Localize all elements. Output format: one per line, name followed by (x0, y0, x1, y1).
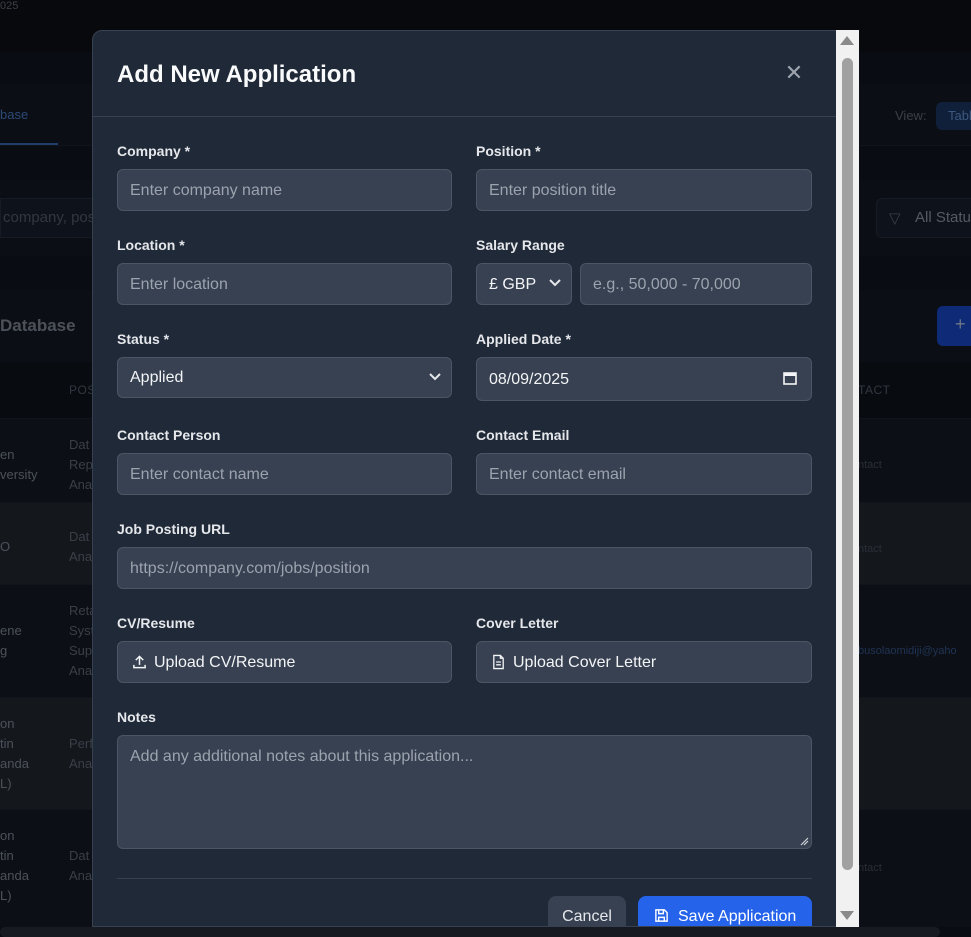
job-url-input[interactable]: https://company.com/jobs/position (117, 547, 812, 589)
scrollbar-thumb[interactable] (842, 58, 853, 870)
notes-placeholder: Add any additional notes about this appl… (130, 748, 474, 765)
cancel-button[interactable]: Cancel (548, 896, 626, 926)
upload-cover-letter-button[interactable]: Upload Cover Letter (476, 641, 812, 683)
notes-textarea[interactable]: Add any additional notes about this appl… (117, 735, 812, 849)
location-label: Location * (117, 237, 185, 253)
modal-title: Add New Application (117, 61, 357, 88)
job-url-label: Job Posting URL (117, 521, 230, 537)
upload-cover-letter-label: Upload Cover Letter (513, 654, 657, 671)
position-label: Position * (476, 143, 541, 159)
modal-header: Add New Application ✕ (93, 31, 837, 117)
add-application-modal: Add New Application ✕ Company * Enter co… (92, 30, 859, 927)
currency-select[interactable]: £ GBP (476, 263, 572, 305)
chevron-down-icon (429, 373, 441, 381)
position-input[interactable]: Enter position title (476, 169, 812, 211)
status-label: Status * (117, 331, 170, 347)
save-application-button[interactable]: Save Application (638, 896, 812, 926)
upload-cv-label: Upload CV/Resume (154, 654, 296, 671)
save-application-label: Save Application (678, 908, 797, 925)
salary-label: Salary Range (476, 237, 565, 253)
document-icon (493, 654, 504, 670)
location-input[interactable]: Enter location (117, 263, 452, 305)
footer-divider (117, 878, 812, 879)
applied-date-input[interactable]: 08/09/2025 (476, 357, 812, 401)
company-input[interactable]: Enter company name (117, 169, 452, 211)
close-icon[interactable]: ✕ (783, 62, 805, 84)
contact-email-label: Contact Email (476, 427, 570, 443)
currency-value: £ GBP (489, 276, 537, 293)
scroll-down-arrow[interactable] (840, 911, 854, 920)
calendar-icon[interactable] (783, 371, 797, 385)
scroll-up-arrow[interactable] (840, 36, 854, 45)
status-select[interactable]: Applied (117, 357, 452, 398)
cover-letter-label: Cover Letter (476, 615, 559, 631)
save-icon (655, 909, 668, 922)
applied-date-label: Applied Date * (476, 331, 571, 347)
applied-date-value: 08/09/2025 (489, 371, 570, 388)
contact-person-label: Contact Person (117, 427, 221, 443)
notes-label: Notes (117, 709, 156, 725)
resize-grip-icon[interactable] (799, 836, 809, 846)
status-value: Applied (130, 369, 184, 386)
upload-cv-button[interactable]: Upload CV/Resume (117, 641, 452, 683)
cv-label: CV/Resume (117, 615, 195, 631)
chevron-down-icon (549, 279, 561, 287)
contact-email-input[interactable]: Enter contact email (476, 453, 812, 495)
salary-range-input[interactable]: e.g., 50,000 - 70,000 (580, 263, 812, 305)
contact-person-input[interactable]: Enter contact name (117, 453, 452, 495)
modal-scrollbar[interactable] (836, 30, 859, 927)
company-label: Company * (117, 143, 191, 159)
upload-icon (133, 655, 146, 669)
